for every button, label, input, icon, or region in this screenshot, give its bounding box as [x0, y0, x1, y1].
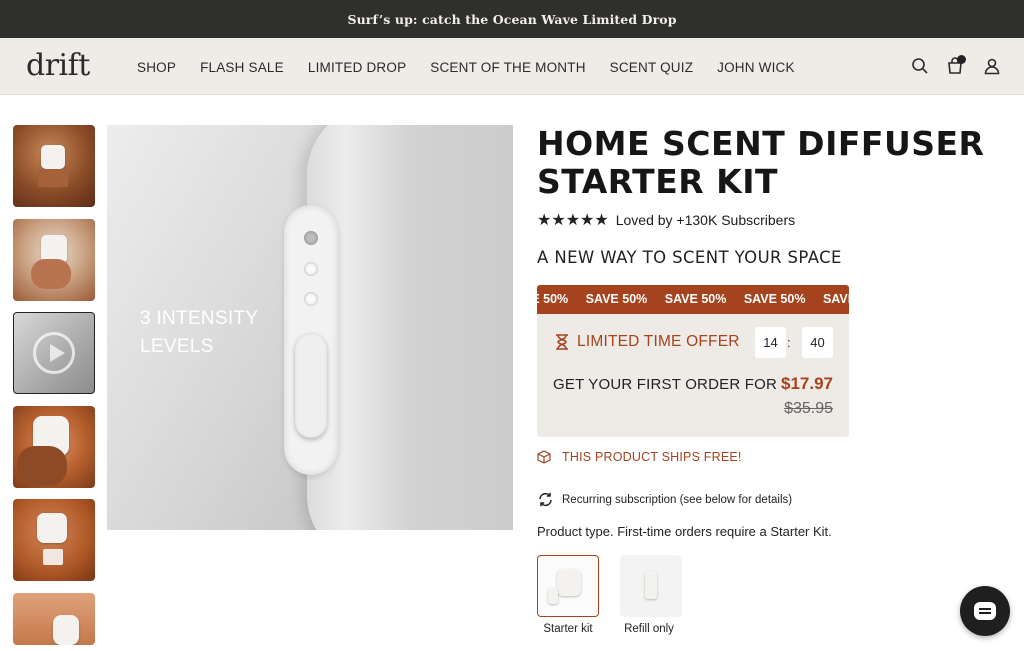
thumbnail-5[interactable] [13, 499, 95, 581]
timer-minutes: 14 [755, 327, 786, 358]
recurring-text: Recurring subscription (see below for de… [562, 493, 793, 506]
free-shipping: THIS PRODUCT SHIPS FREE! [537, 450, 742, 464]
diffuser-image [41, 145, 65, 169]
intensity-light [304, 292, 318, 306]
option-label: Refill only [624, 623, 674, 635]
rating-text: Loved by +130K Subscribers [615, 212, 796, 228]
refill-image [645, 571, 657, 599]
refill-image [548, 588, 558, 604]
hero-caption: 3 INTENSITY LEVELS [140, 308, 259, 357]
thumbnail-2[interactable] [13, 219, 95, 301]
diffuser-image [37, 513, 67, 543]
thumbnail-4[interactable] [13, 406, 95, 488]
shipping-text: THIS PRODUCT SHIPS FREE! [562, 450, 742, 464]
announcement-text: Surf’s up: catch the Ocean Wave Limited … [347, 11, 677, 27]
timer-separator: : [787, 335, 791, 350]
logo[interactable]: drift [26, 48, 90, 83]
box-icon [537, 450, 551, 464]
marquee-item: SAVE 50% [822, 292, 849, 306]
option-starter-kit[interactable] [537, 555, 599, 617]
account-icon[interactable] [982, 56, 1002, 76]
chat-button[interactable] [960, 586, 1010, 636]
site-header: drift SHOP FLASH SALE LIMITED DROP SCENT… [0, 38, 1024, 95]
rating: ★★★★★ Loved by +130K Subscribers [537, 210, 795, 230]
recurring-subscription: Recurring subscription (see below for de… [537, 491, 792, 508]
thumbnail-video[interactable] [13, 312, 95, 394]
intensity-light [304, 262, 318, 276]
product-type-label: Product type. First-time orders require … [537, 524, 832, 539]
product-tagline: A NEW WAY TO SCENT YOUR SPACE [537, 248, 842, 267]
play-icon [33, 332, 75, 374]
product-main-image[interactable]: 3 INTENSITY LEVELS [107, 125, 513, 530]
diffuser-image [53, 615, 79, 645]
outlet-image [38, 169, 68, 187]
nav-scent-of-the-month[interactable]: SCENT OF THE MONTH [430, 60, 585, 75]
refresh-icon [539, 492, 552, 507]
marquee-item: SAVE 50% [664, 292, 727, 306]
nav-flash-sale[interactable]: FLASH SALE [200, 60, 284, 75]
offer-box: VE 50% SAVE 50% SAVE 50% SAVE 50% SAVE 5… [537, 285, 849, 437]
nav-scent-quiz[interactable]: SCENT QUIZ [610, 60, 694, 75]
intensity-light [304, 231, 318, 245]
cart-badge [957, 55, 966, 64]
marquee-item: SAVE 50% [585, 292, 648, 306]
timer-seconds: 40 [802, 327, 833, 358]
original-price: $35.95 [784, 400, 833, 417]
hand-image [31, 259, 71, 289]
offer-label: LIMITED TIME OFFER [577, 333, 740, 350]
marquee-item: VE 50% [537, 292, 569, 306]
nav-shop[interactable]: SHOP [137, 60, 176, 75]
hand-image [17, 446, 67, 486]
thumbnail-6[interactable] [13, 593, 95, 645]
search-icon[interactable] [910, 56, 930, 76]
save-marquee: VE 50% SAVE 50% SAVE 50% SAVE 50% SAVE 5… [537, 285, 849, 314]
chat-icon [974, 602, 996, 620]
thumbnail-1[interactable] [13, 125, 95, 207]
cart-icon[interactable] [945, 55, 966, 76]
option-label: Starter kit [543, 623, 593, 635]
diffuser-image [557, 569, 581, 596]
main-nav: SHOP FLASH SALE LIMITED DROP SCENT OF TH… [137, 60, 819, 75]
hourglass-icon [556, 334, 568, 350]
star-rating-icon: ★★★★★ [537, 212, 609, 229]
outlet-image [43, 549, 63, 565]
marquee-item: SAVE 50% [743, 292, 806, 306]
nav-limited-drop[interactable]: LIMITED DROP [308, 60, 406, 75]
diffuser-button [295, 333, 327, 438]
first-order-label: GET YOUR FIRST ORDER FOR [553, 376, 777, 393]
product-title: HOME SCENT DIFFUSER STARTER KIT [537, 124, 985, 201]
diffuser-control-strip [284, 205, 338, 475]
announcement-bar: Surf’s up: catch the Ocean Wave Limited … [0, 0, 1024, 38]
limited-time-offer: LIMITED TIME OFFER [555, 333, 740, 351]
sale-price: $17.97 [781, 374, 833, 393]
nav-john-wick[interactable]: JOHN WICK [717, 60, 795, 75]
option-refill-only[interactable] [620, 555, 682, 617]
